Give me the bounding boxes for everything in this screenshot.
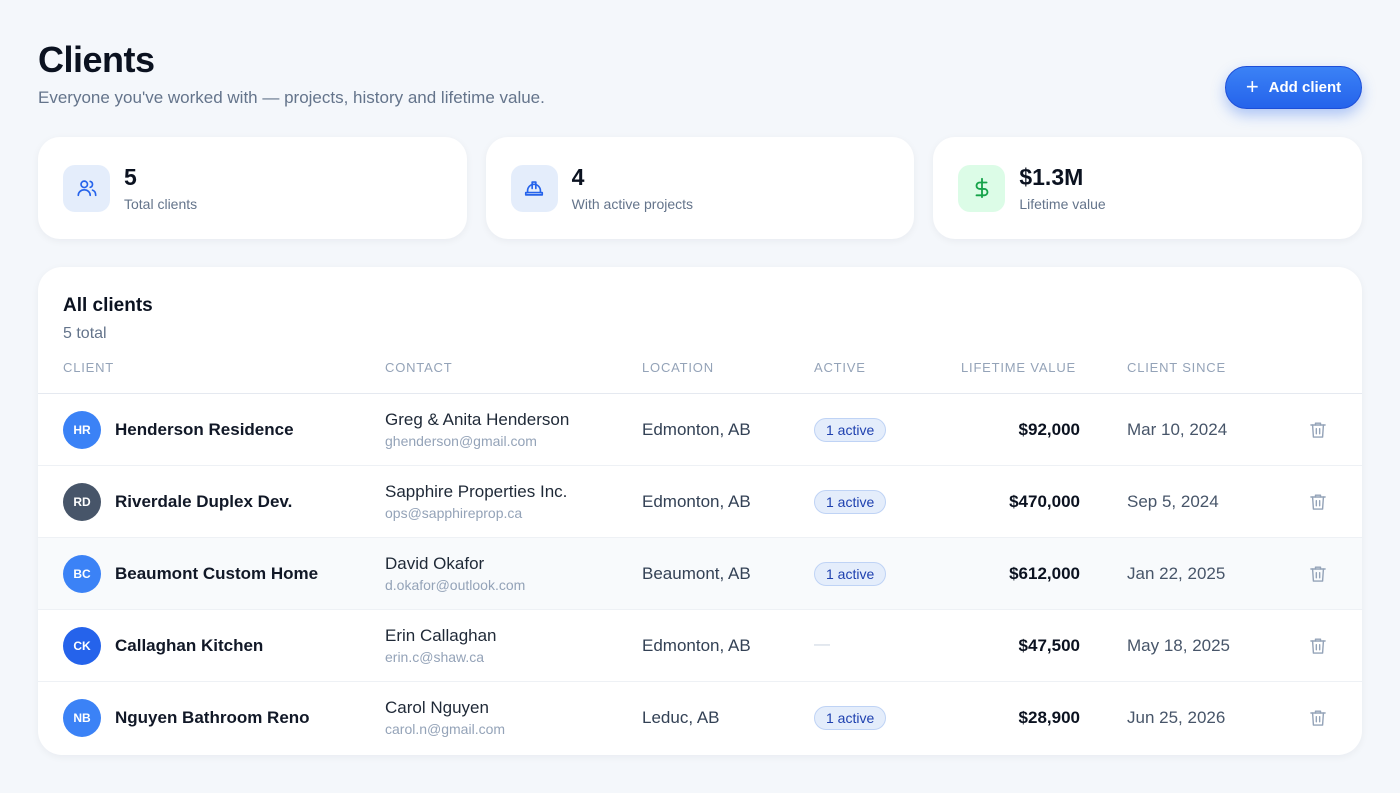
column-header-contact[interactable]: CONTACT <box>385 360 452 375</box>
status-badge: 1 active <box>814 562 887 586</box>
add-client-button[interactable]: + Add client <box>1225 66 1362 109</box>
dollar-icon <box>958 164 1006 212</box>
table-title: All clients <box>63 295 153 316</box>
hard-hat-icon <box>510 164 558 212</box>
column-header-client[interactable]: CLIENT <box>63 360 114 375</box>
client-since: Jun 25, 2026 <box>1127 708 1226 727</box>
table-count: 5 total <box>63 325 107 342</box>
contact-name: Carol Nguyen <box>385 698 489 717</box>
add-client-button-label: Add client <box>1268 79 1342 96</box>
contact-email: erin.c@shaw.ca <box>385 649 485 665</box>
contact-email: ops@sapphireprop.ca <box>385 505 523 521</box>
avatar: BC <box>63 555 101 593</box>
clients-table-card: All clients 5 total CLIENT CONTACT LOCAT… <box>38 267 1362 755</box>
table-row[interactable]: BC Beaumont Custom Home David Okafor d.o… <box>38 538 1362 610</box>
stat-label: Lifetime value <box>1019 196 1106 212</box>
stat-value: 4 <box>571 164 585 190</box>
lifetime-value: $470,000 <box>1009 492 1080 511</box>
location: Beaumont, AB <box>642 564 751 583</box>
client-since: Mar 10, 2024 <box>1127 420 1228 439</box>
avatar: RD <box>63 483 101 521</box>
contact-email: carol.n@gmail.com <box>385 721 506 737</box>
table-row[interactable]: RD Riverdale Duplex Dev. Sapphire Proper… <box>38 466 1362 538</box>
no-active-dash: — <box>814 636 830 653</box>
stat-label: With active projects <box>571 196 694 212</box>
trash-icon[interactable] <box>1308 491 1328 513</box>
page-subtitle: Everyone you've worked with — projects, … <box>38 88 545 107</box>
status-badge: 1 active <box>814 706 887 730</box>
column-header-location[interactable]: LOCATION <box>642 360 714 375</box>
location: Edmonton, AB <box>642 420 751 439</box>
table-row[interactable]: NB Nguyen Bathroom Reno Carol Nguyen car… <box>38 682 1362 754</box>
users-icon <box>63 164 110 212</box>
client-name[interactable]: Henderson Residence <box>115 420 294 440</box>
stat-value: 5 <box>124 164 137 190</box>
contact-name: David Okafor <box>385 554 485 573</box>
avatar: CK <box>63 627 101 665</box>
table-body: HR Henderson Residence Greg & Anita Hend… <box>38 394 1362 754</box>
trash-icon[interactable] <box>1308 707 1328 729</box>
stat-card-active-projects: 4 With active projects <box>485 137 915 239</box>
client-name[interactable]: Callaghan Kitchen <box>115 636 263 656</box>
contact-name: Greg & Anita Henderson <box>385 410 570 429</box>
contact-email: d.okafor@outlook.com <box>385 577 526 593</box>
client-name[interactable]: Nguyen Bathroom Reno <box>115 708 310 728</box>
column-header-client-since[interactable]: CLIENT SINCE <box>1127 360 1226 375</box>
client-since: Sep 5, 2024 <box>1127 492 1219 511</box>
clients-page: Clients Everyone you've worked with — pr… <box>0 0 1400 793</box>
trash-icon[interactable] <box>1308 635 1328 657</box>
table-row[interactable]: HR Henderson Residence Greg & Anita Hend… <box>38 394 1362 466</box>
stat-label: Total clients <box>124 196 198 212</box>
column-header-lifetime-value[interactable]: LIFETIME VALUE <box>961 360 1076 375</box>
avatar: NB <box>63 699 101 737</box>
location: Leduc, AB <box>642 708 720 727</box>
trash-icon[interactable] <box>1308 419 1328 441</box>
lifetime-value: $28,900 <box>1018 708 1080 727</box>
location: Edmonton, AB <box>642 636 751 655</box>
lifetime-value: $47,500 <box>1018 636 1080 655</box>
plus-icon: + <box>1245 73 1259 99</box>
client-name[interactable]: Beaumont Custom Home <box>115 564 318 584</box>
lifetime-value: $612,000 <box>1009 564 1080 583</box>
column-header-active[interactable]: ACTIVE <box>814 360 866 375</box>
stat-card-lifetime-value: $1.3M Lifetime value <box>933 137 1363 239</box>
stat-value: $1.3M <box>1019 164 1084 190</box>
status-badge: 1 active <box>814 418 887 442</box>
stats-row: 5 Total clients 4 With active projects $… <box>38 137 1363 239</box>
client-since: Jan 22, 2025 <box>1127 564 1226 583</box>
trash-icon[interactable] <box>1308 563 1328 585</box>
contact-name: Sapphire Properties Inc. <box>385 482 568 501</box>
client-since: May 18, 2025 <box>1127 636 1231 655</box>
contact-name: Erin Callaghan <box>385 626 497 645</box>
page-title: Clients <box>38 39 155 80</box>
table-header: CLIENT CONTACT LOCATION ACTIVE LIFETIME … <box>38 360 1362 394</box>
stat-card-total-clients: 5 Total clients <box>38 137 467 239</box>
contact-email: ghenderson@gmail.com <box>385 433 537 449</box>
avatar: HR <box>63 411 101 449</box>
lifetime-value: $92,000 <box>1018 420 1080 439</box>
page-header: Clients Everyone you've worked with — pr… <box>38 40 545 108</box>
client-name[interactable]: Riverdale Duplex Dev. <box>115 492 292 512</box>
status-badge: 1 active <box>814 490 887 514</box>
location: Edmonton, AB <box>642 492 751 511</box>
table-row[interactable]: CK Callaghan Kitchen Erin Callaghan erin… <box>38 610 1362 682</box>
